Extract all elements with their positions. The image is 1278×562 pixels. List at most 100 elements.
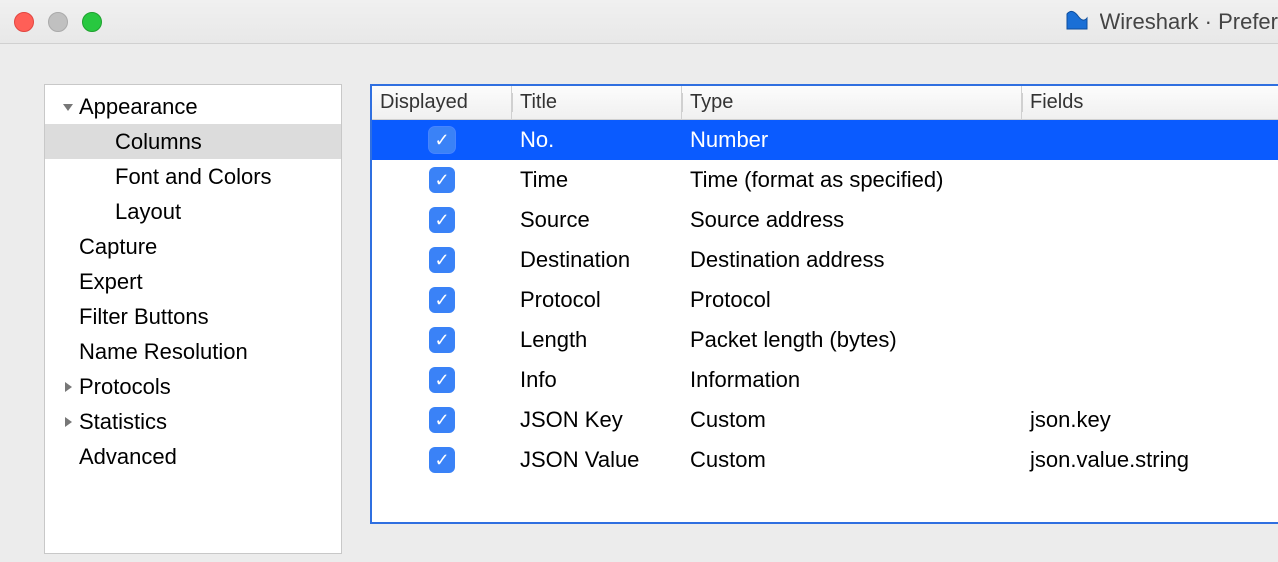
- sidebar-item-label: Columns: [57, 129, 202, 155]
- cell-displayed: ✓: [372, 120, 512, 160]
- sidebar-item-label: Name Resolution: [79, 339, 248, 365]
- cell-fields: [1022, 160, 1278, 200]
- cell-displayed: ✓: [372, 200, 512, 240]
- sidebar-item-layout[interactable]: Layout: [45, 194, 341, 229]
- displayed-checkbox[interactable]: ✓: [429, 367, 455, 393]
- sidebar-item-label: Appearance: [79, 94, 198, 120]
- minimize-window-button[interactable]: [48, 12, 68, 32]
- close-window-button[interactable]: [14, 12, 34, 32]
- table-row[interactable]: ✓DestinationDestination address: [372, 240, 1278, 280]
- sidebar-item-label: Layout: [57, 199, 181, 225]
- header-fields[interactable]: Fields: [1022, 86, 1278, 119]
- cell-type: Number: [682, 120, 1022, 160]
- sidebar-item-advanced[interactable]: Advanced: [45, 439, 341, 474]
- disclosure-right-icon[interactable]: [57, 416, 79, 428]
- table-row[interactable]: ✓ ProtocolProtocol: [372, 280, 1278, 320]
- disclosure-right-icon[interactable]: [57, 381, 79, 393]
- displayed-checkbox[interactable]: ✓: [429, 127, 455, 153]
- cell-displayed: ✓: [372, 360, 512, 400]
- cell-type: Source address: [682, 200, 1022, 240]
- sidebar-item-font-and-colors[interactable]: Font and Colors: [45, 159, 341, 194]
- sidebar-item-appearance[interactable]: Appearance: [45, 89, 341, 124]
- header-type[interactable]: Type: [682, 86, 1022, 119]
- displayed-checkbox[interactable]: ✓: [429, 247, 455, 273]
- preferences-sidebar: Appearance Columns Font and Colors Layout Ca…: [44, 84, 342, 554]
- table-header-row: Displayed Title Type Fields: [372, 86, 1278, 120]
- table-row[interactable]: ✓ InfoInformation: [372, 360, 1278, 400]
- cell-fields: [1022, 320, 1278, 360]
- table-row[interactable]: ✓ TimeTime (format as specified): [372, 160, 1278, 200]
- disclosure-down-icon[interactable]: [57, 101, 79, 113]
- checkmark-icon: ✓: [434, 411, 449, 429]
- cell-fields: [1022, 280, 1278, 320]
- table-row[interactable]: ✓JSON KeyCustomjson.key: [372, 400, 1278, 440]
- sidebar-item-label: Expert: [79, 269, 143, 295]
- checkmark-icon: ✓: [434, 451, 449, 469]
- cell-fields: json.key: [1022, 400, 1278, 440]
- sidebar-item-capture[interactable]: Capture: [45, 229, 341, 264]
- content-area: Appearance Columns Font and Colors Layout Ca…: [0, 44, 1278, 562]
- displayed-checkbox[interactable]: ✓: [429, 207, 455, 233]
- table-row[interactable]: ✓ No.Number: [372, 120, 1278, 160]
- preferences-tree[interactable]: Appearance Columns Font and Colors Layout Ca…: [45, 85, 341, 478]
- wireshark-icon: [1064, 6, 1090, 38]
- cell-fields: [1022, 200, 1278, 240]
- sidebar-item-protocols[interactable]: Protocols: [45, 369, 341, 404]
- sidebar-item-expert[interactable]: Expert: [45, 264, 341, 299]
- cell-title: Source: [512, 200, 682, 240]
- header-displayed[interactable]: Displayed: [372, 86, 512, 119]
- titlebar: Wireshark · Prefer: [0, 0, 1278, 44]
- sidebar-item-filter-buttons[interactable]: Filter Buttons: [45, 299, 341, 334]
- checkmark-icon: ✓: [434, 251, 449, 269]
- displayed-checkbox[interactable]: ✓: [429, 407, 455, 433]
- cell-fields: json.value.string: [1022, 440, 1278, 480]
- cell-displayed: ✓: [372, 440, 512, 480]
- cell-type: Information: [682, 360, 1022, 400]
- table-body: ✓ No.Number ✓ TimeTime (format as specified…: [372, 120, 1278, 480]
- cell-title: Protocol: [512, 280, 682, 320]
- sidebar-item-label: Statistics: [79, 409, 167, 435]
- main-panel: Displayed Title Type Fields ✓ No.Number ✓ T…: [342, 84, 1278, 562]
- cell-type: Time (format as specified): [682, 160, 1022, 200]
- checkmark-icon: ✓: [434, 331, 449, 349]
- cell-title: Destination: [512, 240, 682, 280]
- checkmark-icon: ✓: [434, 171, 449, 189]
- sidebar-item-statistics[interactable]: Statistics: [45, 404, 341, 439]
- cell-title: Length: [512, 320, 682, 360]
- zoom-window-button[interactable]: [82, 12, 102, 32]
- window-controls: [14, 12, 102, 32]
- displayed-checkbox[interactable]: ✓: [429, 287, 455, 313]
- sidebar-item-columns[interactable]: Columns: [45, 124, 341, 159]
- checkmark-icon: ✓: [434, 211, 449, 229]
- checkmark-icon: ✓: [434, 371, 449, 389]
- displayed-checkbox[interactable]: ✓: [429, 327, 455, 353]
- sidebar-item-label: Advanced: [79, 444, 177, 470]
- cell-title: JSON Value: [512, 440, 682, 480]
- sidebar-item-name-resolution[interactable]: Name Resolution: [45, 334, 341, 369]
- table-row[interactable]: ✓LengthPacket length (bytes): [372, 320, 1278, 360]
- header-title[interactable]: Title: [512, 86, 682, 119]
- window-title: Wireshark · Prefer: [1100, 9, 1278, 35]
- cell-title: Info: [512, 360, 682, 400]
- cell-displayed: ✓: [372, 320, 512, 360]
- cell-title: Time: [512, 160, 682, 200]
- checkmark-icon: ✓: [434, 131, 449, 149]
- table-row[interactable]: ✓ JSON ValueCustomjson.value.string: [372, 440, 1278, 480]
- checkmark-icon: ✓: [434, 291, 449, 309]
- table-row[interactable]: ✓ SourceSource address: [372, 200, 1278, 240]
- sidebar-item-label: Capture: [79, 234, 157, 260]
- cell-displayed: ✓: [372, 280, 512, 320]
- sidebar-item-label: Filter Buttons: [79, 304, 209, 330]
- displayed-checkbox[interactable]: ✓: [429, 447, 455, 473]
- cell-displayed: ✓: [372, 160, 512, 200]
- cell-type: Custom: [682, 440, 1022, 480]
- cell-displayed: ✓: [372, 400, 512, 440]
- cell-title: No.: [512, 120, 682, 160]
- cell-fields: [1022, 240, 1278, 280]
- cell-fields: [1022, 120, 1278, 160]
- sidebar-item-label: Protocols: [79, 374, 171, 400]
- cell-type: Protocol: [682, 280, 1022, 320]
- cell-displayed: ✓: [372, 240, 512, 280]
- sidebar-item-label: Font and Colors: [57, 164, 272, 190]
- displayed-checkbox[interactable]: ✓: [429, 167, 455, 193]
